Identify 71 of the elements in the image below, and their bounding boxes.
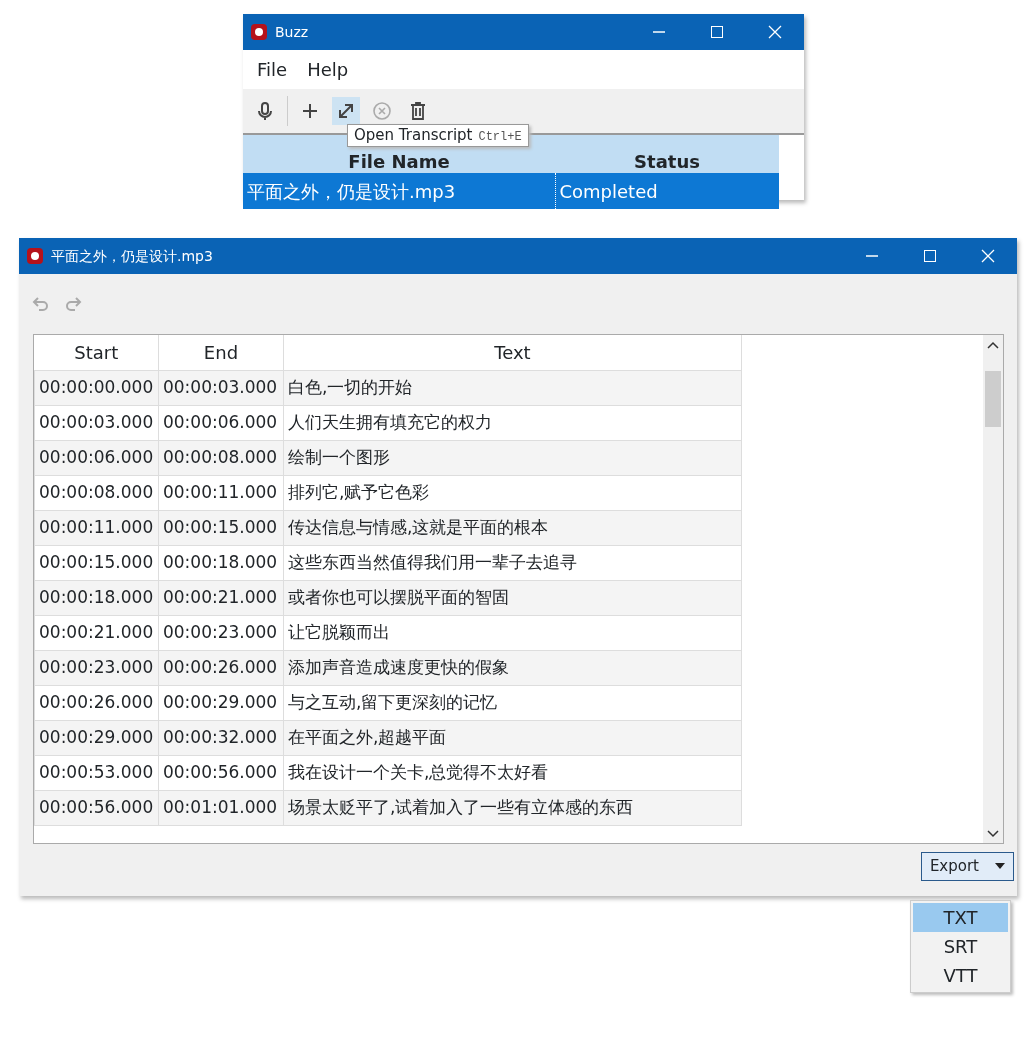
window-title: 平面之外，仍是设计.mp3: [51, 246, 214, 266]
table-cell: 00:00:32.000: [158, 720, 284, 755]
table-cell: 排列它,赋予它色彩: [283, 475, 742, 510]
table-cell: 00:00:56.000: [158, 755, 284, 790]
table-cell: 00:00:08.000: [34, 475, 159, 510]
window-title: Buzz: [275, 22, 310, 42]
table-cell: 场景太贬平了,试着加入了一些有立体感的东西: [283, 790, 742, 825]
expand-icon: [336, 101, 356, 121]
table-cell: 00:00:56.000: [34, 790, 159, 825]
expand-button[interactable]: [332, 97, 360, 125]
table-cell[interactable]: Completed: [555, 173, 779, 209]
table-cell: 我在设计一个关卡,总觉得不太好看: [283, 755, 742, 790]
microphone-icon: [255, 101, 275, 121]
table-cell: 00:00:08.000: [158, 440, 284, 475]
trash-icon: [408, 101, 428, 121]
table-cell: 00:00:11.000: [158, 475, 284, 510]
table-cell: 添加声音造成速度更快的假象: [283, 650, 742, 685]
table-cell: 00:00:03.000: [34, 405, 159, 440]
maximize-icon: [922, 248, 938, 264]
app-icon: [27, 248, 43, 264]
scrollbar-thumb[interactable]: [985, 371, 1001, 427]
scroll-down-icon[interactable]: [987, 830, 999, 838]
export-button[interactable]: Export: [920, 852, 1014, 881]
add-icon: [300, 101, 320, 121]
table-cell: 00:00:03.000: [158, 370, 284, 405]
table-cell: 人们天生拥有填充它的权力: [283, 405, 742, 440]
app-icon: [251, 24, 267, 40]
menu-item[interactable]: TXT: [913, 903, 1008, 932]
table-cell: 让它脱颖而出: [283, 615, 742, 650]
maximize-icon: [709, 24, 725, 40]
table-cell: 00:00:26.000: [158, 650, 284, 685]
caret-icon: [995, 863, 1005, 870]
table-cell: 00:00:29.000: [34, 720, 159, 755]
table-cell: 00:01:01.000: [158, 790, 284, 825]
table-cell: 00:00:06.000: [34, 440, 159, 475]
undo-icon: [31, 294, 51, 314]
scroll-up-icon[interactable]: [987, 341, 999, 349]
close-icon: [767, 24, 783, 40]
table-cell: 00:00:26.000: [34, 685, 159, 720]
table-cell: 00:00:53.000: [34, 755, 159, 790]
menu-item[interactable]: File: [247, 54, 298, 85]
table-cell[interactable]: 平面之外，仍是设计.mp3: [243, 173, 555, 209]
table-cell: 在平面之外,超越平面: [283, 720, 742, 755]
menu-item[interactable]: SRT: [913, 932, 1008, 961]
table-cell: 这些东西当然值得我们用一辈子去追寻: [283, 545, 742, 580]
menu-item[interactable]: VTT: [913, 961, 1008, 990]
table-cell: 00:00:18.000: [158, 545, 284, 580]
redo-icon: [63, 294, 83, 314]
table-cell: 00:00:15.000: [158, 510, 284, 545]
table-cell: 00:00:21.000: [158, 580, 284, 615]
table-cell: 00:00:23.000: [158, 615, 284, 650]
table-cell: 00:00:23.000: [34, 650, 159, 685]
table-cell: 00:00:29.000: [158, 685, 284, 720]
table-cell: 00:00:11.000: [34, 510, 159, 545]
table-cell: 传达信息与情感,这就是平面的根本: [283, 510, 742, 545]
close-icon: [980, 248, 996, 264]
table-cell: 00:00:18.000: [34, 580, 159, 615]
table-cell: 或者你也可以摆脱平面的智固: [283, 580, 742, 615]
table-cell: 00:00:00.000: [34, 370, 159, 405]
menu-item[interactable]: Help: [297, 54, 359, 85]
cancel-icon: [372, 101, 392, 121]
column-header[interactable]: Status: [555, 135, 779, 173]
scrollbar[interactable]: [983, 335, 1003, 843]
table-cell: 与之互动,留下更深刻的记忆: [283, 685, 742, 720]
table-cell: 00:00:15.000: [34, 545, 159, 580]
table-cell: 白色,一切的开始: [283, 370, 742, 405]
table-cell: 00:00:21.000: [34, 615, 159, 650]
minimize-icon: [864, 255, 880, 257]
minimize-icon: [651, 31, 667, 33]
table-cell: 绘制一个图形: [283, 440, 742, 475]
table-cell: 00:00:06.000: [158, 405, 284, 440]
